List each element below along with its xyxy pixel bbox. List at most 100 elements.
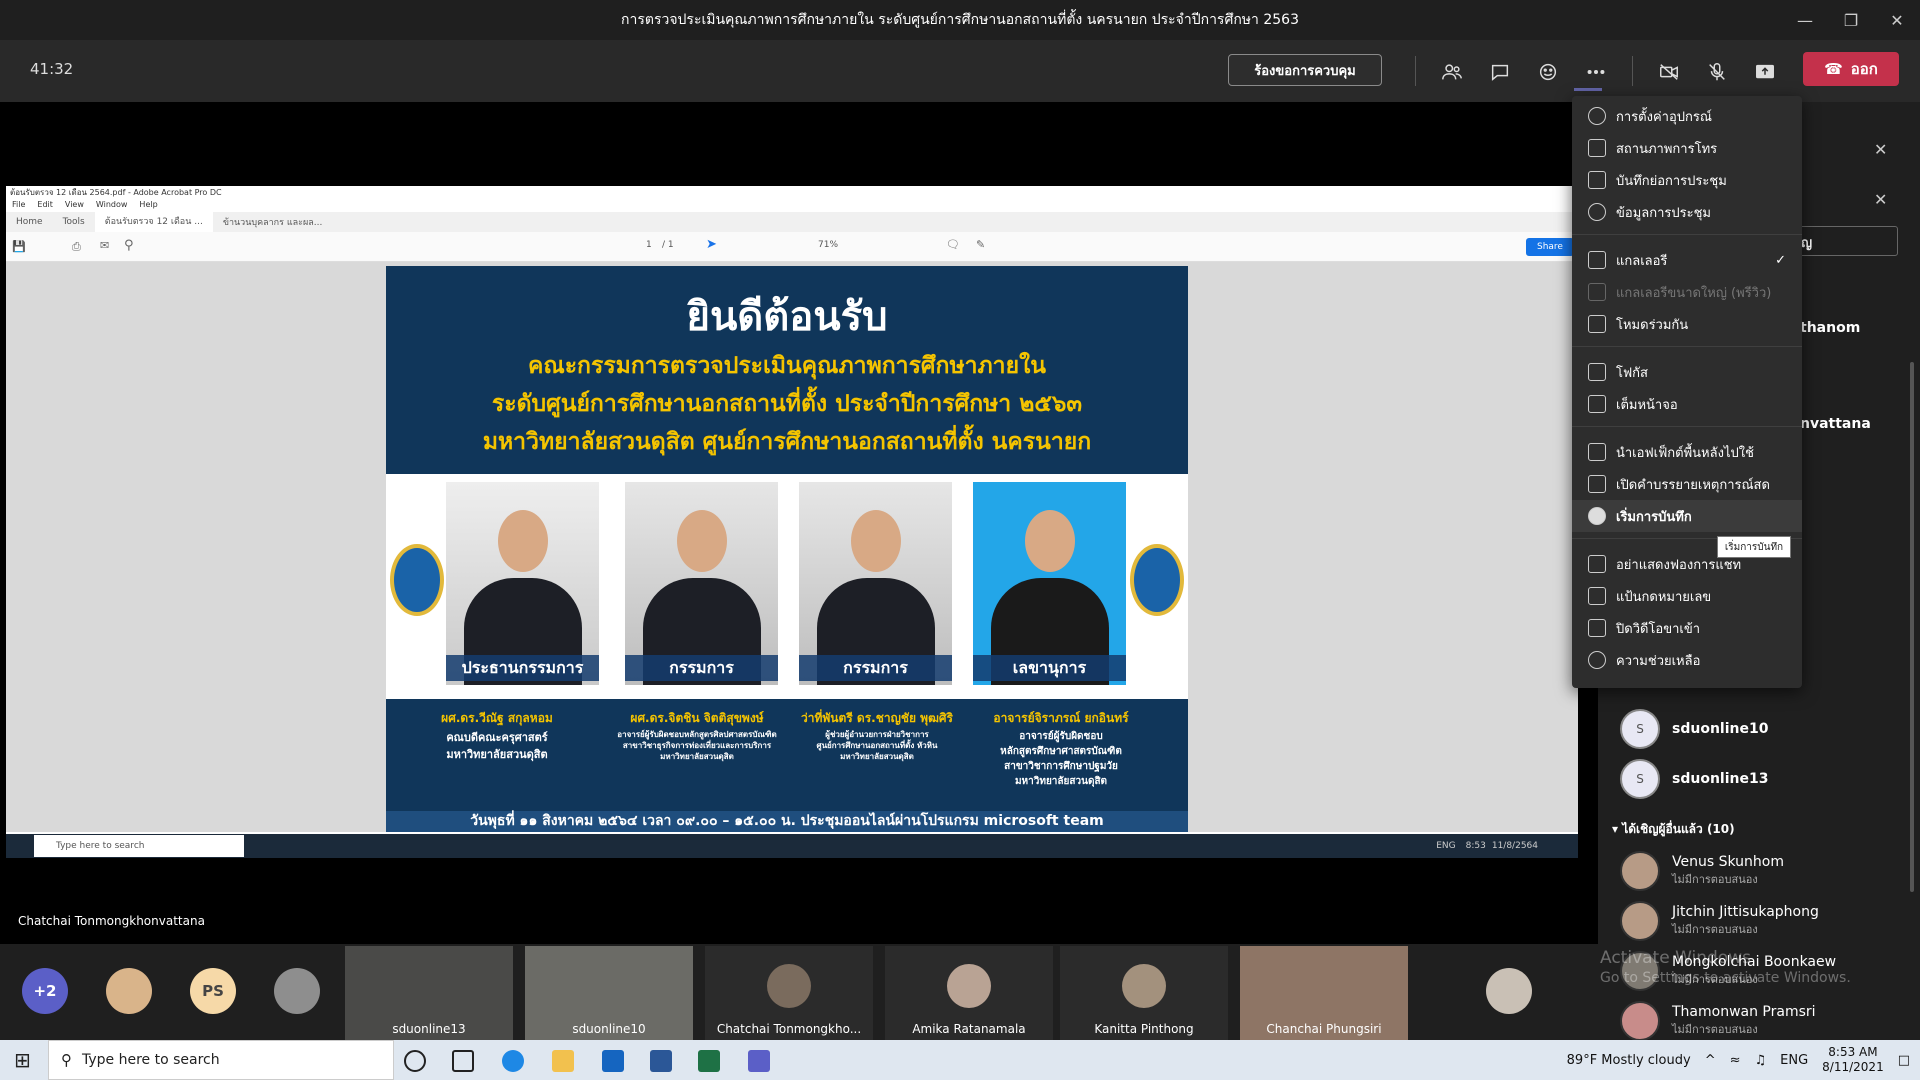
menu-item-gallery[interactable]: แกลเลอรี ✓ bbox=[1572, 244, 1802, 276]
zoom-level[interactable]: 71% bbox=[818, 240, 838, 250]
teams-icon[interactable] bbox=[748, 1050, 770, 1072]
volume-icon[interactable]: ♫ bbox=[1755, 1053, 1767, 1068]
share-invite-field[interactable]: ญ bbox=[1794, 226, 1898, 256]
menu-item-full-screen[interactable]: เต็มหน้าจอ bbox=[1572, 388, 1802, 420]
task-view-icon[interactable] bbox=[452, 1050, 474, 1072]
invited-name: Venus Skunhom bbox=[1672, 854, 1784, 870]
menu-item-start-recording[interactable]: เริ่มการบันทึก bbox=[1572, 500, 1802, 532]
wifi-icon[interactable]: ≈ bbox=[1730, 1053, 1741, 1068]
tab-tools[interactable]: Tools bbox=[53, 217, 95, 227]
menu-edit[interactable]: Edit bbox=[37, 200, 53, 212]
menu-view[interactable]: View bbox=[65, 200, 84, 212]
video-tile-5[interactable]: Kanitta Pinthong bbox=[1060, 946, 1228, 1040]
invited-entry: Jitchin Jittisukaphong ไม่มีการตอบสนอง bbox=[1672, 904, 1819, 938]
avatar[interactable] bbox=[1486, 968, 1532, 1014]
video-tile-4[interactable]: Amika Ratanamala bbox=[885, 946, 1053, 1040]
participant-row[interactable]: S sduonline10 bbox=[1620, 704, 1910, 754]
menu-item-label: แกลเลอรีขนาดใหญ่ (พรีวิว) bbox=[1616, 285, 1772, 301]
menu-item-focus[interactable]: โฟกัส bbox=[1572, 356, 1802, 388]
share-button[interactable]: Share bbox=[1526, 238, 1574, 256]
invited-header[interactable]: ▾ ได้เชิญผู้อื่นแล้ว (10) bbox=[1612, 820, 1735, 839]
tab-document-2[interactable]: ข้านวนบุคลากร และผล... bbox=[213, 215, 333, 229]
invited-status: ไม่มีการตอบสนอง bbox=[1672, 1023, 1758, 1036]
menu-item-call-health[interactable]: สถานภาพการโทร bbox=[1572, 132, 1802, 164]
minimize-icon[interactable]: — bbox=[1782, 0, 1828, 40]
overflow-count[interactable]: +2 bbox=[22, 968, 68, 1014]
menu-item-turn-off-incoming-video[interactable]: ปิดวิดีโอขาเข้า bbox=[1572, 612, 1802, 644]
invited-row[interactable]: Thamonwan Pramsri ไม่มีการตอบสนอง bbox=[1620, 996, 1910, 1046]
pen-icon[interactable]: ✎ bbox=[976, 238, 985, 251]
menu-item-background-effects[interactable]: นำเอฟเฟ็กต์พื้นหลังไปใช้ bbox=[1572, 436, 1802, 468]
menu-file[interactable]: File bbox=[12, 200, 25, 212]
menu-item-dial-pad[interactable]: แป้นกดหมายเลข bbox=[1572, 580, 1802, 612]
menu-help[interactable]: Help bbox=[139, 200, 157, 212]
comment-icon[interactable]: 🗨 bbox=[946, 238, 960, 251]
camera-off-icon[interactable] bbox=[1655, 58, 1683, 86]
windows-start-icon[interactable]: ⊞ bbox=[14, 1048, 31, 1072]
select-tool-icon[interactable]: ➤ bbox=[706, 237, 717, 252]
restore-icon[interactable]: ❐ bbox=[1828, 0, 1874, 40]
video-tile-2[interactable]: sduonline10 bbox=[525, 946, 693, 1040]
close-icon[interactable]: ✕ bbox=[1874, 0, 1920, 40]
menu-item-together-mode[interactable]: โหมดร่วมกัน bbox=[1572, 308, 1802, 340]
reactions-icon[interactable] bbox=[1534, 58, 1562, 86]
menu-item-label: เริ่มการบันทึก bbox=[1616, 509, 1692, 525]
video-tile-3[interactable]: Chatchai Tonmongkho... bbox=[705, 946, 873, 1040]
avatar[interactable] bbox=[106, 968, 152, 1014]
chat-icon[interactable] bbox=[1486, 58, 1514, 86]
zoom-search-icon[interactable]: ⚲ bbox=[124, 238, 134, 253]
save-icon[interactable]: 💾 bbox=[12, 240, 26, 253]
edge-icon[interactable] bbox=[502, 1050, 524, 1072]
shared-search-box: Type here to search bbox=[34, 835, 244, 857]
participant-row[interactable]: S sduonline13 bbox=[1620, 754, 1910, 804]
member-name-4: อาจารย์จิราภรณ์ ยกอินทร์ bbox=[993, 711, 1129, 725]
request-control-button[interactable]: ร้องขอการควบคุม bbox=[1228, 54, 1382, 86]
tab-home[interactable]: Home bbox=[6, 217, 53, 227]
menu-item-meeting-info[interactable]: ข้อมูลการประชุม bbox=[1572, 196, 1802, 228]
menu-item-large-gallery[interactable]: แกลเลอรีขนาดใหญ่ (พรีวิว) bbox=[1572, 276, 1802, 308]
member-role-3: กรรมการ bbox=[799, 655, 952, 681]
close-icon[interactable]: ✕ bbox=[1874, 140, 1887, 159]
menu-item-live-captions[interactable]: เปิดคำบรรยายเหตุการณ์สด bbox=[1572, 468, 1802, 500]
chevron-up-icon[interactable]: ^ bbox=[1705, 1053, 1716, 1068]
participants-icon[interactable] bbox=[1438, 58, 1466, 86]
cortana-icon[interactable] bbox=[404, 1050, 426, 1072]
scrollbar[interactable] bbox=[1910, 362, 1914, 892]
mail-icon[interactable] bbox=[602, 1050, 624, 1072]
menu-item-meeting-notes[interactable]: บันทึกย่อการประชุม bbox=[1572, 164, 1802, 196]
invited-row[interactable]: Venus Skunhom ไม่มีการตอบสนอง bbox=[1620, 846, 1910, 896]
language[interactable]: ENG bbox=[1780, 1053, 1808, 1068]
excel-icon[interactable] bbox=[698, 1050, 720, 1072]
notes-icon bbox=[1588, 171, 1606, 189]
share-screen-icon[interactable] bbox=[1751, 58, 1779, 86]
avatar-ps[interactable]: PS bbox=[190, 968, 236, 1014]
video-tile-1[interactable]: sduonline13 bbox=[345, 946, 513, 1040]
poster-line-2: ระดับศูนย์การศึกษานอกสถานที่ตั้ง ประจำปี… bbox=[491, 391, 1083, 417]
print-icon[interactable]: ⎙ bbox=[72, 240, 81, 254]
captions-icon bbox=[1588, 475, 1606, 493]
leave-button[interactable]: ☎ ออก bbox=[1803, 52, 1899, 86]
invited-row[interactable]: Jitchin Jittisukaphong ไม่มีการตอบสนอง bbox=[1620, 896, 1910, 946]
word-icon[interactable] bbox=[650, 1050, 672, 1072]
notifications-icon[interactable]: □ bbox=[1898, 1053, 1910, 1068]
avatar: S bbox=[1620, 709, 1660, 749]
menu-window[interactable]: Window bbox=[96, 200, 128, 212]
more-actions-icon[interactable] bbox=[1582, 58, 1610, 86]
menu-item-help[interactable]: ความช่วยเหลือ bbox=[1572, 644, 1802, 676]
avatar[interactable] bbox=[274, 968, 320, 1014]
weather[interactable]: 89°F Mostly cloudy bbox=[1567, 1053, 1691, 1068]
meeting-timer: 41:32 bbox=[30, 60, 74, 78]
tab-document-1[interactable]: ต้อนรับตรวจ 12 เดือน ... bbox=[94, 212, 213, 232]
file-explorer-icon[interactable] bbox=[552, 1050, 574, 1072]
email-icon[interactable]: ✉ bbox=[100, 239, 109, 252]
invited-entry: Venus Skunhom ไม่มีการตอบสนอง bbox=[1672, 854, 1784, 888]
close-icon[interactable]: ✕ bbox=[1874, 190, 1887, 209]
page-number[interactable]: 1 bbox=[646, 240, 652, 250]
large-grid-icon bbox=[1588, 283, 1606, 301]
taskbar-search[interactable]: ⚲ Type here to search bbox=[48, 1040, 394, 1080]
menu-item-device-settings[interactable]: การตั้งค่าอุปกรณ์ bbox=[1572, 100, 1802, 132]
mic-off-icon[interactable] bbox=[1703, 58, 1731, 86]
clock[interactable]: 8:53 AM 8/11/2021 bbox=[1822, 1045, 1884, 1075]
video-tile-6[interactable]: Chanchai Phungsiri bbox=[1240, 946, 1408, 1040]
checkmark-icon: ✓ bbox=[1775, 252, 1786, 268]
